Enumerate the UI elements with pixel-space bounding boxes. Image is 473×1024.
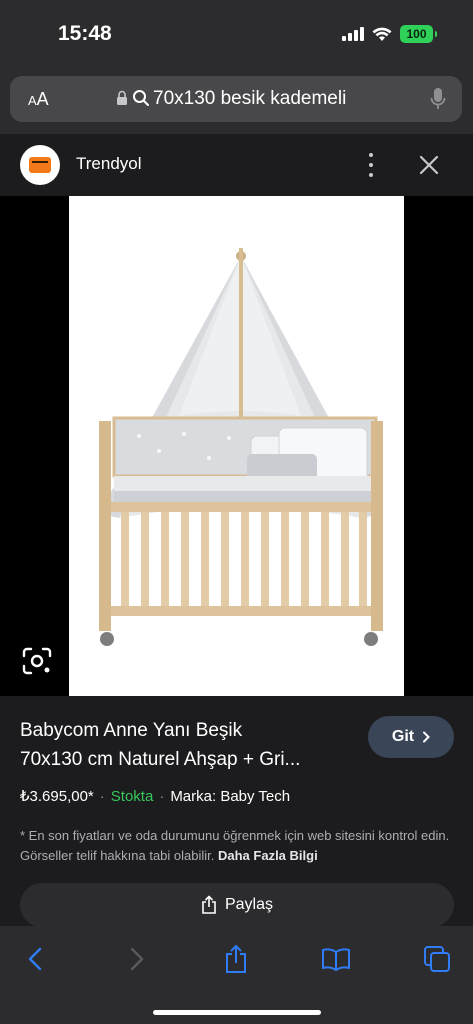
image-viewer xyxy=(0,196,473,696)
battery-icon: 100 xyxy=(400,25,437,43)
back-button[interactable] xyxy=(19,943,51,975)
more-options-icon[interactable] xyxy=(360,151,382,179)
crib-illustration xyxy=(99,248,383,646)
goto-button[interactable]: Git xyxy=(368,716,454,758)
result-header: Trendyol xyxy=(0,134,473,196)
brand: Marka: Baby Tech xyxy=(170,788,291,805)
tabs-icon xyxy=(424,946,450,972)
address-bar-container: AA 70x130 besik kademeli xyxy=(0,66,473,134)
visual-search-icon[interactable] xyxy=(22,647,52,675)
forward-button[interactable] xyxy=(121,943,153,975)
tabs-button[interactable] xyxy=(421,943,453,975)
chevron-right-icon xyxy=(423,731,431,743)
bookmarks-icon xyxy=(322,948,350,971)
share-button[interactable]: Paylaş xyxy=(20,883,454,927)
search-icon xyxy=(133,90,149,106)
price: ₺3.695,00* xyxy=(20,788,94,805)
product-info: Babycom Anne Yanı Beşik 70x130 cm Nature… xyxy=(0,696,473,927)
separator: · xyxy=(159,788,165,805)
product-title[interactable]: Babycom Anne Yanı Beşik 70x130 cm Nature… xyxy=(20,716,350,774)
home-indicator xyxy=(153,1010,321,1015)
price-row: ₺3.695,00* · Stokta · Marka: Baby Tech xyxy=(20,787,290,805)
status-bar: 15:48 100 xyxy=(0,0,473,66)
separator: · xyxy=(99,788,105,805)
product-image[interactable] xyxy=(69,196,404,696)
status-time: 15:48 xyxy=(58,22,112,45)
more-info-link[interactable]: Daha Fazla Bilgi xyxy=(218,848,318,863)
forward-icon xyxy=(130,947,144,971)
text-size-button[interactable]: AA xyxy=(28,89,49,110)
lock-icon xyxy=(117,90,127,105)
signal-icon xyxy=(342,27,364,41)
disclaimer: * En son fiyatları ve oda durumunu öğren… xyxy=(20,828,450,863)
share-icon xyxy=(202,895,216,914)
status-icons: 100 xyxy=(342,25,437,43)
microphone-icon[interactable] xyxy=(430,87,446,111)
site-name[interactable]: Trendyol xyxy=(76,154,142,174)
back-icon xyxy=(28,947,42,971)
bookmarks-button[interactable] xyxy=(320,943,352,975)
url-text[interactable]: 70x130 besik kademeli xyxy=(153,88,346,110)
close-icon[interactable] xyxy=(416,152,442,178)
address-bar[interactable]: AA 70x130 besik kademeli xyxy=(10,76,462,122)
share-icon xyxy=(226,944,246,973)
wifi-icon xyxy=(372,27,392,41)
share-toolbar-button[interactable] xyxy=(220,943,252,975)
stock-status: Stokta xyxy=(110,788,154,805)
browser-toolbar xyxy=(0,926,473,1024)
trendyol-logo[interactable] xyxy=(20,145,60,185)
